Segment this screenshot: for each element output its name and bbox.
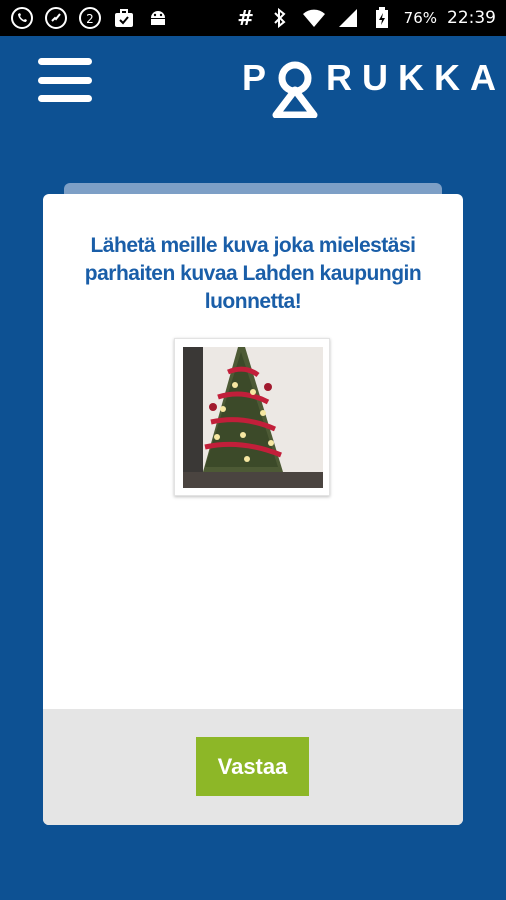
battery-percent: 76% [403,9,437,27]
hamburger-menu-icon[interactable] [38,58,92,102]
porukka-logo: P RUKKA [242,56,500,118]
briefcase-check-icon [112,6,136,30]
bluetooth-icon [268,6,292,30]
battery-charging-icon [370,6,394,30]
svg-text:2: 2 [86,12,94,26]
question-card: Lähetä meille kuva joka mielestäsi parha… [43,194,463,825]
logo-pin-icon [272,61,318,118]
question-text: Lähetä meille kuva joka mielestäsi parha… [84,234,422,313]
phone-call-icon [44,6,68,30]
christmas-tree-photo [183,347,323,488]
android-icon [146,6,170,30]
wifi-icon [302,6,326,30]
signal-icon [336,6,360,30]
viber-icon [10,6,34,30]
card-footer: Vastaa [43,709,463,825]
hash-icon: # [237,6,255,30]
skype-icon: 2 [78,6,102,30]
status-bar: 2 # 76% 22:39 [0,0,506,36]
clock: 22:39 [447,8,496,28]
photo-thumbnail[interactable] [174,338,330,496]
logo-letters-rukka: RUKKA [326,57,506,98]
answer-button[interactable]: Vastaa [196,737,309,796]
